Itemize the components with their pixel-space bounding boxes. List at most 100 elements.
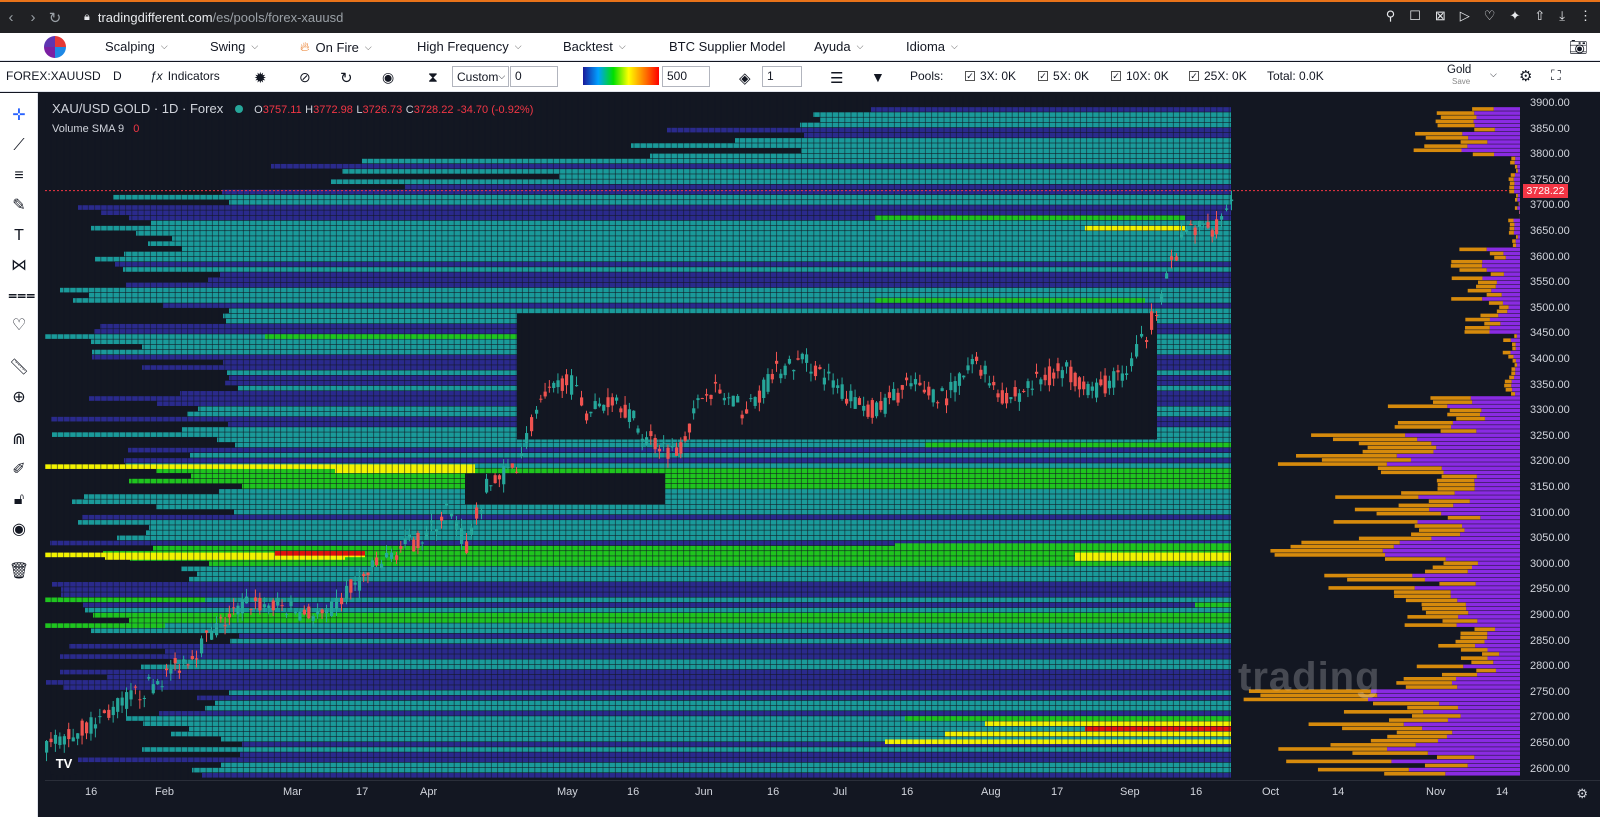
refresh-icon[interactable]: ↻: [340, 69, 353, 87]
shield-icon[interactable]: ⊠: [1435, 8, 1446, 24]
candle-down: [1155, 315, 1159, 317]
share-icon[interactable]: ⇧: [1534, 8, 1545, 24]
candle-down: [515, 471, 519, 473]
volume-profile-bar-orange: [1476, 284, 1496, 289]
candle-down: [399, 546, 403, 549]
menu-on-fire[interactable]: 🔥︎ On Fire ⌵: [300, 39, 372, 55]
candle-down: [1000, 390, 1004, 404]
volume-profile-bar-purple: [1443, 470, 1520, 475]
asset-select[interactable]: Gold Save: [1447, 64, 1471, 87]
candle-down: [258, 597, 262, 611]
layers-icon[interactable]: ◈: [739, 69, 751, 87]
back-icon[interactable]: ‹: [0, 9, 22, 26]
forward-icon[interactable]: ›: [22, 9, 44, 26]
lock-icon[interactable]: 🔓︎: [8, 489, 30, 511]
heatmap-band: [156, 504, 1231, 510]
fullscreen-icon[interactable]: ⛶: [1551, 67, 1561, 84]
chevron-down-icon[interactable]: ⌵: [1490, 69, 1497, 80]
time-label: Mar: [283, 786, 302, 798]
sort-icon[interactable]: ☰: [830, 69, 843, 87]
menu-scalping[interactable]: Scalping ⌵: [105, 39, 168, 54]
bookmark-icon[interactable]: ☐: [1409, 8, 1421, 24]
menu-ayuda[interactable]: Ayuda ⌵: [814, 39, 863, 54]
pool-10x-checkbox[interactable]: ✓ 10X: 0K: [1111, 69, 1169, 83]
crosshair-icon[interactable]: ✛: [8, 105, 30, 127]
close-value: 3728.22: [413, 104, 454, 116]
menu-icon[interactable]: ⋮: [1579, 8, 1592, 24]
filter-icon[interactable]: ▼: [871, 69, 885, 85]
tradingview-logo[interactable]: TV: [50, 753, 78, 775]
time-label: 16: [85, 786, 98, 798]
heart-icon[interactable]: ♡: [8, 315, 30, 337]
eye-icon[interactable]: ◉: [8, 519, 30, 541]
camera-icon[interactable]: 📷︎: [1569, 38, 1588, 56]
indicators-button[interactable]: ƒx Indicators: [150, 69, 220, 83]
measure-lines-icon[interactable]: ⩶: [8, 285, 35, 307]
pool-3x-checkbox[interactable]: ✓ 3X: 0K: [965, 69, 1016, 83]
sun-icon[interactable]: ✹: [254, 69, 267, 87]
volume-profile-bar-purple: [1481, 408, 1520, 413]
volume-profile-bar-orange: [1484, 321, 1501, 326]
custom-select[interactable]: Custom ⌵: [452, 66, 509, 87]
volume-profile-bar-orange: [1449, 408, 1482, 413]
text-icon[interactable]: T: [8, 225, 30, 247]
heart-icon[interactable]: ♡: [1484, 8, 1496, 24]
candle-up: [632, 410, 636, 419]
palette-icon[interactable]: ◉: [382, 69, 394, 86]
zoom-in-icon[interactable]: ⊕: [8, 387, 30, 409]
reload-icon[interactable]: ↻: [44, 9, 66, 27]
puzzle-icon[interactable]: ✦: [1509, 8, 1520, 24]
price-scale[interactable]: 3900.00 3850.00 3800.00 3750.00 3700.00 3650.…: [1520, 96, 1600, 780]
candle-down: [165, 668, 169, 671]
candle-down: [709, 394, 713, 399]
menu-backtest[interactable]: Backtest ⌵: [563, 39, 626, 54]
candle-up: [940, 388, 944, 391]
candle-down: [366, 572, 370, 576]
volume-profile-bar-orange: [1440, 429, 1477, 433]
ruler-icon[interactable]: 📏︎: [8, 357, 30, 379]
menu-btc-supplier-model[interactable]: BTC Supplier Model: [669, 39, 785, 54]
volume-profile-bar-purple: [1487, 140, 1520, 144]
volume-profile-bar-purple: [1417, 520, 1520, 524]
candle-up: [589, 411, 593, 414]
custom-value-input[interactable]: 0: [510, 66, 558, 87]
app-logo[interactable]: [44, 36, 66, 58]
candle-up: [267, 605, 271, 608]
settings-gear-icon[interactable]: ⚙: [1576, 786, 1588, 802]
heatmap-band: [190, 452, 1231, 458]
menu-swing[interactable]: Swing ⌵: [210, 39, 258, 54]
heatmap-band: [181, 566, 1231, 572]
symbol-search[interactable]: FOREX:XAUUSD: [6, 69, 101, 83]
pattern-icon[interactable]: ⋈: [8, 255, 30, 277]
address-bar[interactable]: 🔒︎ tradingdifferent.com/es/pools/forex-x…: [84, 10, 343, 25]
download-icon[interactable]: ⤓: [1559, 8, 1565, 24]
brush-icon[interactable]: ✎: [8, 195, 30, 217]
menu-high-frequency[interactable]: High Frequency ⌵: [417, 39, 522, 54]
gear-icon[interactable]: ⚙: [1519, 67, 1532, 85]
pencil-lock-icon[interactable]: ✐: [8, 459, 30, 481]
hourglass-icon[interactable]: ⧗: [428, 69, 438, 86]
menu-idioma[interactable]: Idioma ⌵: [906, 39, 958, 54]
asset-sub-label: Save: [1452, 77, 1471, 86]
magnet-icon[interactable]: ⋒: [8, 429, 30, 451]
volume-profile-bar-orange: [1480, 313, 1499, 318]
pin-icon[interactable]: ⚲: [1386, 8, 1396, 24]
volume-profile-bar-orange: [1436, 755, 1475, 760]
volume-profile-bar-purple: [1437, 738, 1520, 743]
candle-down: [666, 447, 670, 459]
play-icon[interactable]: ▷: [1460, 8, 1470, 24]
interval-button[interactable]: D: [113, 69, 122, 83]
volume-profile-bar-purple: [1414, 586, 1520, 590]
candle-down: [1005, 392, 1009, 404]
max-value-input[interactable]: 500: [662, 66, 710, 87]
trash-icon[interactable]: 🗑︎: [8, 561, 30, 583]
pool-5x-checkbox[interactable]: ✓ 5X: 0K: [1038, 69, 1089, 83]
candle-down: [1073, 372, 1077, 387]
layers-input[interactable]: 1: [762, 66, 802, 87]
eye-off-icon[interactable]: ⊘: [299, 69, 311, 86]
candle-up: [407, 534, 412, 538]
horizontal-lines-icon[interactable]: ≡: [8, 165, 30, 187]
pool-25x-checkbox[interactable]: ✓ 25X: 0K: [1189, 69, 1247, 83]
trendline-icon[interactable]: ⟋: [8, 135, 30, 157]
time-scale[interactable]: ⚙ 16 Feb Mar 17 Apr May 16 Jun 16 Jul 16 Aug 17 Sep 16…: [45, 780, 1600, 817]
